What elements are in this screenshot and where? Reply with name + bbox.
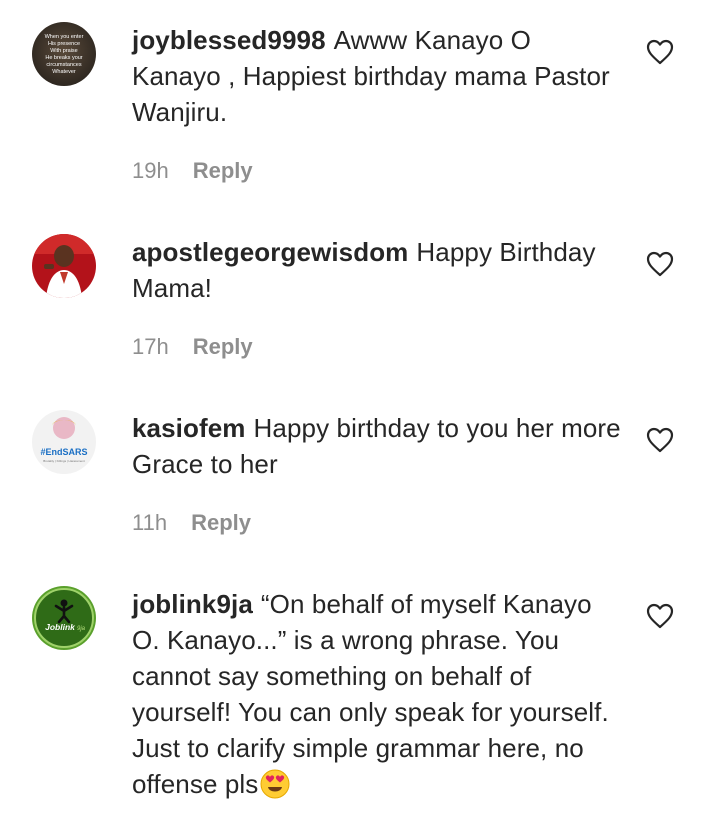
heart-icon[interactable] [646,39,674,65]
comment-body: kasiofem Happy birthday to you her more G… [132,410,622,482]
avatar[interactable]: #EndSARS Brutality | Killings | Harassme… [32,410,96,474]
comment-body: apostlegeorgewisdom Happy Birthday Mama! [132,234,622,306]
avatar-text-line: With praise [50,48,78,54]
comment-text: “On behalf of myself Kanayo O. Kanayo...… [132,589,609,799]
avatar-text-line: When you enter [45,34,84,40]
heart-icon[interactable] [646,251,674,277]
comment-meta: 19h Reply [132,158,253,184]
avatar-text-line: His presence [48,41,80,47]
avatar-hashtag: #EndSARS [40,447,87,457]
reply-button[interactable]: Reply [193,158,253,183]
comment-time: 11h [132,510,168,535]
avatar-text-line: Whatever [52,69,76,75]
comment-body: joyblessed9998 Awww Kanayo O Kanayo , Hap… [132,22,622,130]
heart-eyes-emoji [260,769,290,799]
comment-username[interactable]: kasiofem [132,413,246,443]
avatar-caption: Brutality | Killings | Harassment [43,459,85,463]
comment-meta: 17h Reply [132,334,253,360]
comment-meta: 11h Reply [132,510,251,536]
avatar-text-line: circumstances [46,62,81,68]
avatar-brand-suffix: 9ja [77,626,86,632]
comment-username[interactable]: joyblessed9998 [132,25,326,55]
avatar-text-line: He breaks your [45,55,82,61]
avatar[interactable]: Joblink 9ja [32,586,96,650]
heart-icon[interactable] [646,427,674,453]
comment-username[interactable]: joblink9ja [132,589,253,619]
avatar[interactable]: When you enter His presence With praise … [32,22,96,86]
avatar-brand: Joblink [45,622,76,632]
comment-username[interactable]: apostlegeorgewisdom [132,237,408,267]
comment-time: 19h [132,158,169,183]
reply-button[interactable]: Reply [191,510,251,535]
avatar[interactable] [32,234,96,298]
heart-icon[interactable] [646,603,674,629]
reply-button[interactable]: Reply [193,334,253,359]
comment-time: 17h [132,334,169,359]
comment-body: joblink9ja “On behalf of myself Kanayo O.… [132,586,622,802]
